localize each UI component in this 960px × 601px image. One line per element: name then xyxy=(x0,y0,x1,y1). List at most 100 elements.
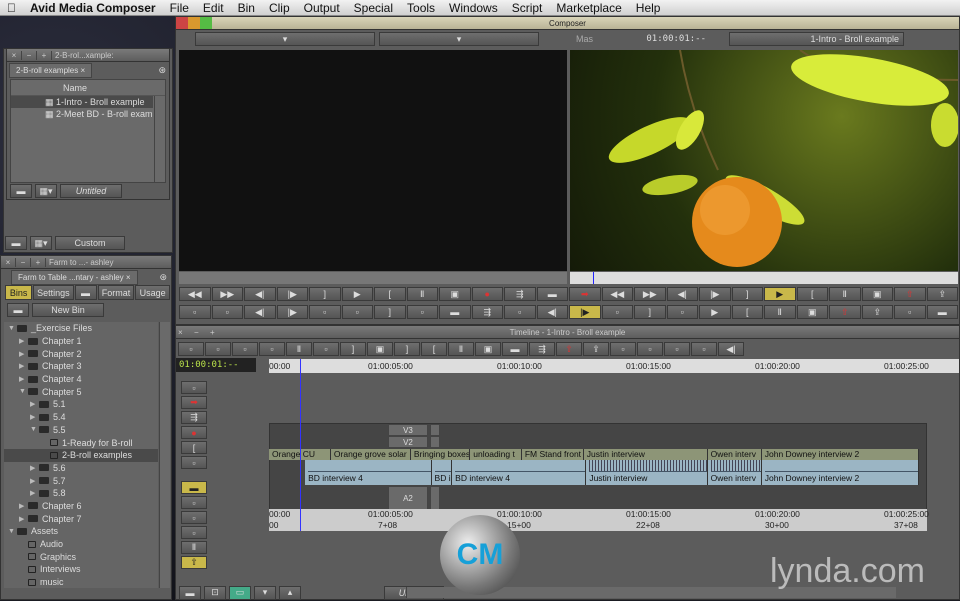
timeline-timecode[interactable]: 01:00:01:-- xyxy=(176,358,256,372)
video-clip[interactable]: Bringing boxes xyxy=(410,449,471,460)
menu-output[interactable]: Output xyxy=(297,1,347,15)
menu-bin[interactable]: Bin xyxy=(231,1,262,15)
trim-button[interactable]: ▫ xyxy=(181,526,207,539)
disclosure-closed-icon[interactable]: ▶ xyxy=(19,502,28,510)
minimize-icon[interactable]: − xyxy=(16,257,31,267)
disclosure-closed-icon[interactable]: ▶ xyxy=(19,362,28,370)
step-back-button[interactable]: ◀| xyxy=(718,342,744,356)
bin-view-select[interactable]: Untitled xyxy=(60,184,122,198)
close-icon[interactable]: × xyxy=(7,50,22,60)
disclosure-open-icon[interactable]: ▼ xyxy=(8,325,17,332)
record-timecode[interactable]: 01:00:01:-- xyxy=(596,34,706,44)
audio-clip[interactable]: Owen interv xyxy=(707,460,762,485)
disclosure-closed-icon[interactable]: ▶ xyxy=(30,489,39,497)
rewind-button[interactable]: ◀◀ xyxy=(601,287,633,301)
extract-button[interactable]: ⇪ xyxy=(926,287,958,301)
bin-item[interactable]: ▦ 2-Meet BD - B-roll example xyxy=(11,108,153,120)
column-header-name[interactable]: Name xyxy=(11,80,165,96)
step-forward-button[interactable]: |▶ xyxy=(276,287,308,301)
mark-in-button[interactable]: [ xyxy=(796,287,828,301)
tree-item[interactable]: ▶ 5.6 xyxy=(4,462,158,475)
scroll-up-button[interactable]: ▫ xyxy=(259,342,285,356)
monitor-button[interactable]: ▭ xyxy=(229,585,251,600)
tree-item[interactable]: ▶ 5.1 xyxy=(4,398,158,411)
sync-button[interactable]: ▫ xyxy=(894,305,926,319)
view-button[interactable]: ⊡ xyxy=(204,585,226,600)
disclosure-closed-icon[interactable]: ▶ xyxy=(30,400,39,408)
mark-clip-button[interactable]: Ⅱ xyxy=(764,305,796,319)
play-button[interactable]: ▶ xyxy=(764,287,796,301)
view-menu-button[interactable]: ▦▾ xyxy=(35,184,57,198)
mark-out-button[interactable]: ] xyxy=(731,287,763,301)
disclosure-closed-icon[interactable]: ▶ xyxy=(30,477,39,485)
source-position-bar[interactable] xyxy=(179,272,567,284)
video-clip[interactable]: Justin interview xyxy=(583,449,708,460)
menu-marketplace[interactable]: Marketplace xyxy=(549,1,628,15)
disclosure-closed-icon[interactable]: ▶ xyxy=(30,464,39,472)
disclosure-closed-icon[interactable]: ▶ xyxy=(19,515,28,523)
match-button[interactable]: ▫ xyxy=(601,305,633,319)
match-button[interactable]: ▫ xyxy=(406,305,438,319)
tree-item[interactable]: ▶ Chapter 3 xyxy=(4,360,158,373)
app-menu[interactable]: Avid Media Composer xyxy=(23,1,163,15)
track-v3[interactable]: V3 xyxy=(388,424,428,436)
sync-button[interactable]: ▫ xyxy=(664,342,690,356)
mark-in-button[interactable]: [ xyxy=(374,287,406,301)
menu-file[interactable]: File xyxy=(163,1,196,15)
project-tab[interactable]: Farm to Table ...ntary - ashley × xyxy=(11,269,138,285)
track-v2[interactable]: V2 xyxy=(388,436,428,448)
minimize-icon[interactable]: − xyxy=(194,328,199,337)
zoom-icon[interactable] xyxy=(200,17,212,29)
trim-button[interactable]: ▫ xyxy=(637,342,663,356)
tree-item[interactable]: ▶ Chapter 6 xyxy=(4,500,158,513)
splice-button[interactable]: ⇶ xyxy=(181,411,207,424)
scroll-down-button[interactable]: ▫ xyxy=(232,342,258,356)
mark-clip-button[interactable]: Ⅱ xyxy=(286,342,312,356)
apple-icon[interactable]:  xyxy=(0,1,23,15)
video-clip[interactable]: John Downey interview 2 xyxy=(761,449,920,460)
mark-out-button[interactable]: ] xyxy=(634,305,666,319)
project-menu-icon[interactable]: ⊛ xyxy=(159,272,167,283)
record-button[interactable]: ● xyxy=(181,426,207,439)
splice-button[interactable]: ⇶ xyxy=(471,305,503,319)
close-icon[interactable]: × xyxy=(178,328,183,337)
red-arrow-button[interactable]: ➡ xyxy=(181,396,207,409)
bin-item[interactable]: ▦ 1-Intro - Broll example xyxy=(11,96,153,108)
effect-button[interactable]: ▫ xyxy=(181,456,207,469)
track-patch-v3[interactable] xyxy=(430,424,440,436)
bin-toggle-button[interactable]: ▬ xyxy=(7,303,29,317)
view-select[interactable]: Custom xyxy=(55,236,125,250)
track-menu-button[interactable]: ▫ xyxy=(181,381,207,394)
step-back-button[interactable]: ◀| xyxy=(536,305,568,319)
menu-script[interactable]: Script xyxy=(505,1,550,15)
mark-clip-button[interactable]: Ⅱ xyxy=(448,342,474,356)
menu-clip[interactable]: Clip xyxy=(262,1,297,15)
step-forward-button[interactable]: |▶ xyxy=(276,305,308,319)
red-arrow-button[interactable]: ➡ xyxy=(569,287,601,301)
toggle-source-button[interactable]: ▬ xyxy=(179,585,201,600)
tree-item[interactable]: ▼ _Exercise Files xyxy=(4,322,158,335)
play-button[interactable]: ▶ xyxy=(699,305,731,319)
mark-clip-button[interactable]: Ⅱ xyxy=(181,541,207,554)
close-icon[interactable]: × xyxy=(1,257,16,267)
track-patch-a2[interactable] xyxy=(430,486,440,510)
menu-windows[interactable]: Windows xyxy=(442,1,505,15)
video-clip[interactable]: unloading t xyxy=(470,449,522,460)
clear-marks-button[interactable]: ▣ xyxy=(861,287,893,301)
lift-button[interactable]: ⇧ xyxy=(829,305,861,319)
source-monitor[interactable] xyxy=(179,50,567,271)
disclosure-open-icon[interactable]: ▼ xyxy=(19,388,28,395)
step-back-button[interactable]: ◀| xyxy=(244,305,276,319)
overwrite-button[interactable]: ▬ xyxy=(502,342,528,356)
trim-button[interactable]: ▫ xyxy=(205,342,231,356)
trim-button[interactable]: ▫ xyxy=(504,305,536,319)
tree-item[interactable]: ▶ Chapter 2 xyxy=(4,347,158,360)
audio-clip[interactable]: John Downey interview 2 xyxy=(761,460,920,485)
clear-marks-button[interactable]: ▣ xyxy=(439,287,471,301)
bin-menu-icon[interactable]: ⊛ xyxy=(158,65,166,76)
timecode-ruler[interactable]: 00:00 01:00:05:00 01:00:10:00 01:00:15:00 01… xyxy=(269,359,959,373)
record-button[interactable]: ● xyxy=(471,287,503,301)
zoom-icon[interactable]: + xyxy=(210,328,215,337)
source-menu[interactable]: ▾ xyxy=(195,32,375,46)
bin-tab[interactable]: 2-B-roll examples × xyxy=(9,62,93,78)
